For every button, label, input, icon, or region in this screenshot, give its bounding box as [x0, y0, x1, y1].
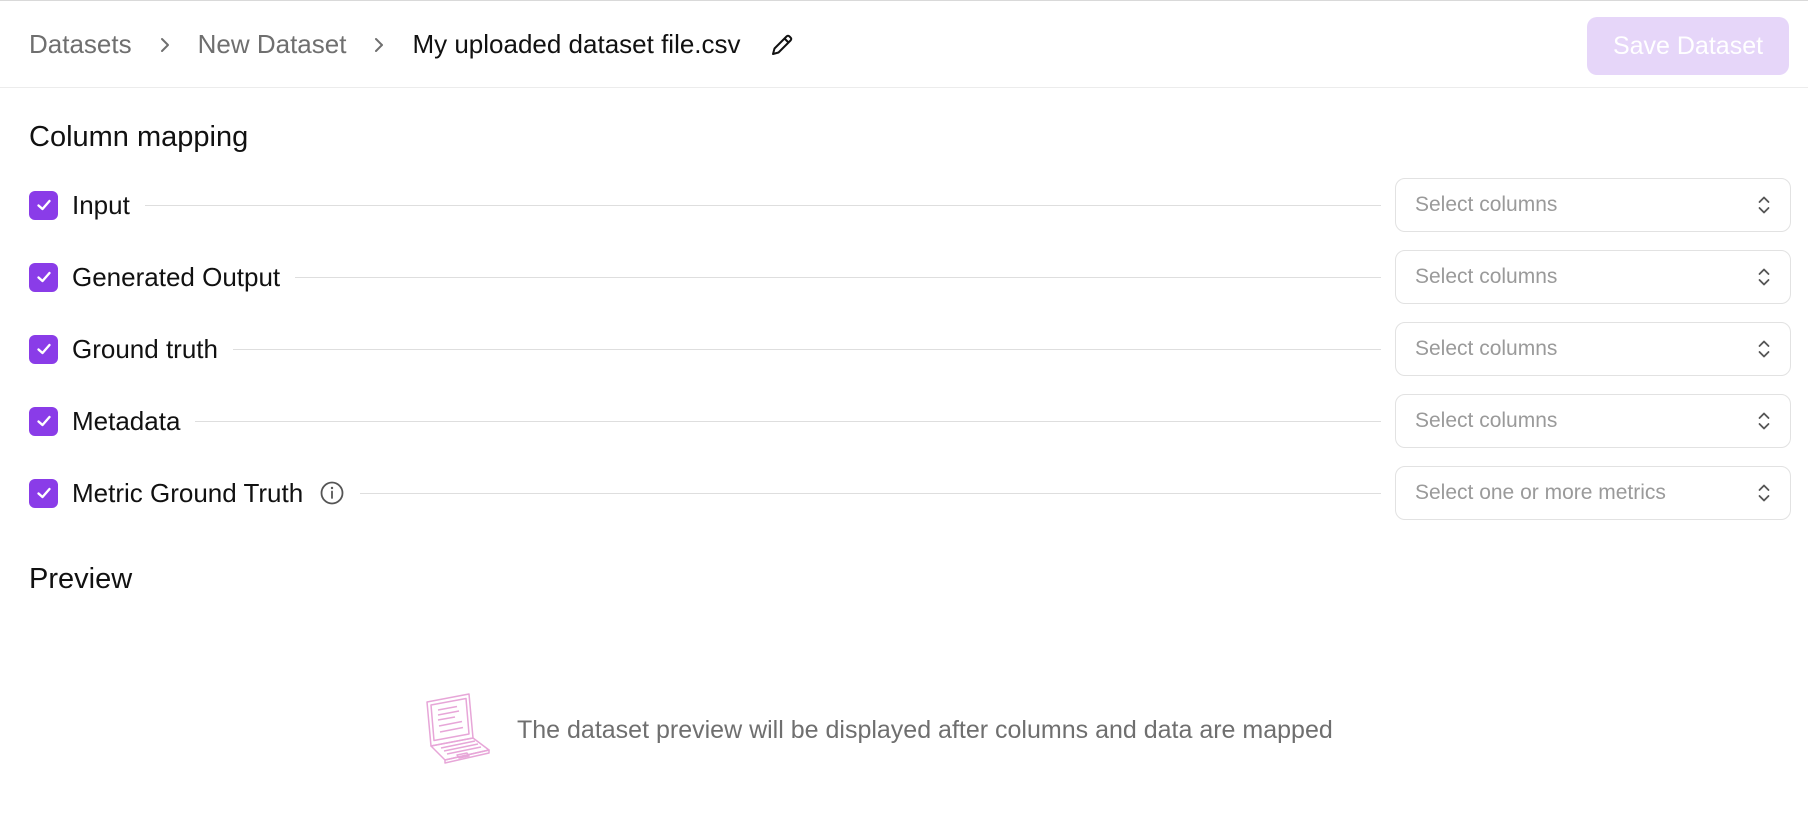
breadcrumb: Datasets New Dataset My uploaded dataset…	[29, 1, 796, 88]
check-icon	[36, 271, 51, 283]
mapping-row-metric-ground-truth: Metric Ground Truth Select one or more m…	[29, 466, 1791, 520]
select-placeholder: Select columns	[1415, 409, 1558, 432]
mapping-label-metric-ground-truth: Metric Ground Truth	[72, 477, 304, 508]
select-placeholder: Select one or more metrics	[1415, 481, 1666, 504]
row-divider	[295, 276, 1381, 278]
mapping-row-ground-truth: Ground truth Select columns	[29, 322, 1791, 376]
select-placeholder: Select columns	[1415, 193, 1558, 216]
chevron-right-icon	[158, 35, 172, 55]
row-divider	[195, 420, 1381, 422]
row-divider	[232, 348, 1381, 350]
select-placeholder: Select columns	[1415, 265, 1558, 288]
metadata-checkbox[interactable]	[29, 406, 58, 436]
input-columns-select[interactable]: Select columns	[1395, 178, 1791, 232]
page-header: Datasets New Dataset My uploaded dataset…	[0, 1, 1808, 88]
preview-title: Preview	[29, 563, 133, 595]
mapping-label-generated-output: Generated Output	[72, 261, 281, 292]
row-divider	[360, 492, 1381, 494]
row-divider	[144, 204, 1381, 206]
generated-output-checkbox[interactable]	[29, 262, 58, 292]
preview-empty-state: The dataset preview will be displayed af…	[419, 690, 1333, 770]
check-icon	[36, 487, 51, 499]
breadcrumb-current-file-name: My uploaded dataset file.csv	[412, 29, 741, 59]
pencil-icon[interactable]	[768, 31, 796, 59]
preview-empty-message: The dataset preview will be displayed af…	[517, 715, 1333, 744]
ground-truth-checkbox[interactable]	[29, 334, 58, 364]
breadcrumb-item-new-dataset[interactable]: New Dataset	[198, 29, 347, 60]
check-icon	[36, 415, 51, 427]
breadcrumb-item-datasets[interactable]: Datasets	[29, 29, 132, 60]
save-dataset-button[interactable]: Save Dataset	[1587, 17, 1789, 75]
generated-output-columns-select[interactable]: Select columns	[1395, 250, 1791, 304]
mapping-label-ground-truth: Ground truth	[72, 333, 218, 364]
chevron-up-down-icon	[1758, 412, 1770, 430]
ground-truth-columns-select[interactable]: Select columns	[1395, 322, 1791, 376]
mapping-label-metadata: Metadata	[72, 405, 181, 436]
check-icon	[36, 343, 51, 355]
chevron-right-icon	[372, 35, 386, 55]
mapping-label-input: Input	[72, 189, 130, 220]
chevron-up-down-icon	[1758, 268, 1770, 286]
input-checkbox[interactable]	[29, 190, 58, 220]
laptop-illustration-icon	[419, 690, 493, 771]
chevron-up-down-icon	[1758, 340, 1770, 358]
metadata-columns-select[interactable]: Select columns	[1395, 394, 1791, 448]
info-icon[interactable]	[319, 480, 345, 506]
mapping-row-generated-output: Generated Output Select columns	[29, 250, 1791, 304]
mapping-row-metadata: Metadata Select columns	[29, 394, 1791, 448]
chevron-up-down-icon	[1758, 484, 1770, 502]
chevron-up-down-icon	[1758, 196, 1770, 214]
mapping-row-input: Input Select columns	[29, 178, 1791, 232]
metric-ground-truth-select[interactable]: Select one or more metrics	[1395, 466, 1791, 520]
metric-ground-truth-checkbox[interactable]	[29, 478, 58, 508]
select-placeholder: Select columns	[1415, 337, 1558, 360]
check-icon	[36, 199, 51, 211]
column-mapping-title: Column mapping	[29, 121, 249, 153]
